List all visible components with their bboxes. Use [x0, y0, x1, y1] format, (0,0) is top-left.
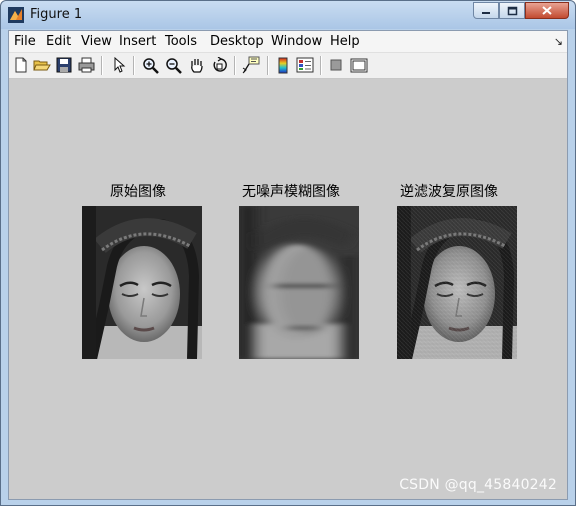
insert-colorbar-button[interactable] [274, 56, 292, 74]
restored-image [397, 206, 517, 359]
panel-title-restored: 逆滤波复原图像 [400, 184, 498, 200]
zoom-in-button[interactable] [141, 56, 159, 74]
hand-pan-icon [190, 58, 203, 73]
dock-figure-icon[interactable]: ↘ [554, 35, 563, 48]
zoom-in-icon [142, 57, 159, 74]
figure-client-area: File Edit View Insert Tools Desktop Wind… [8, 30, 568, 500]
rotate-3d-button[interactable] [210, 56, 228, 74]
menu-view[interactable]: View [81, 34, 112, 49]
colorbar-icon [278, 57, 288, 73]
menu-tools[interactable]: Tools [165, 34, 197, 49]
blurred-image [239, 206, 359, 359]
folder-open-icon [33, 60, 51, 71]
hide-plot-tools-button[interactable] [327, 56, 345, 74]
new-file-icon [15, 57, 27, 73]
window-title: Figure 1 [30, 7, 83, 22]
minimize-button[interactable] [473, 2, 499, 19]
insert-legend-button[interactable] [296, 56, 314, 74]
panel-title-blurred: 无噪声模糊图像 [242, 184, 340, 200]
menu-edit[interactable]: Edit [46, 34, 71, 49]
panel-title-original: 原始图像 [110, 184, 166, 200]
open-file-button[interactable] [33, 56, 51, 74]
new-figure-button[interactable] [12, 56, 30, 74]
rotate-3d-icon [213, 56, 227, 72]
print-button[interactable] [77, 56, 95, 74]
maximize-button[interactable] [499, 2, 525, 19]
data-cursor-button[interactable] [242, 56, 260, 74]
legend-icon [296, 57, 314, 73]
original-image [82, 206, 202, 359]
data-cursor-icon [242, 56, 260, 74]
zoom-out-button[interactable] [164, 56, 182, 74]
menu-bar: File Edit View Insert Tools Desktop Wind… [9, 31, 567, 53]
maximize-icon [507, 6, 517, 15]
figure-window: Figure 1 File Edit View Insert Tools Des… [0, 0, 576, 506]
printer-icon [78, 57, 94, 73]
minimize-icon [482, 11, 490, 14]
close-icon [542, 6, 552, 15]
menu-help[interactable]: Help [330, 34, 360, 49]
menu-desktop[interactable]: Desktop [210, 34, 264, 49]
figure-toolbar [9, 53, 567, 79]
menu-file[interactable]: File [14, 34, 36, 49]
show-plot-tools-icon [350, 58, 368, 72]
zoom-out-icon [165, 57, 182, 74]
matlab-figure-icon [8, 7, 24, 23]
menu-window[interactable]: Window [271, 34, 322, 49]
arrow-pointer-icon [114, 57, 126, 73]
edit-plot-button[interactable] [110, 56, 128, 74]
csdn-watermark: CSDN @qq_45840242 [399, 477, 557, 493]
menu-insert[interactable]: Insert [119, 34, 156, 49]
title-bar[interactable]: Figure 1 [1, 1, 575, 29]
pan-button[interactable] [187, 56, 205, 74]
show-plot-tools-button[interactable] [350, 56, 368, 74]
save-disk-icon [56, 57, 72, 73]
close-button[interactable] [525, 2, 569, 19]
hide-plot-tools-icon [330, 59, 342, 71]
save-button[interactable] [55, 56, 73, 74]
